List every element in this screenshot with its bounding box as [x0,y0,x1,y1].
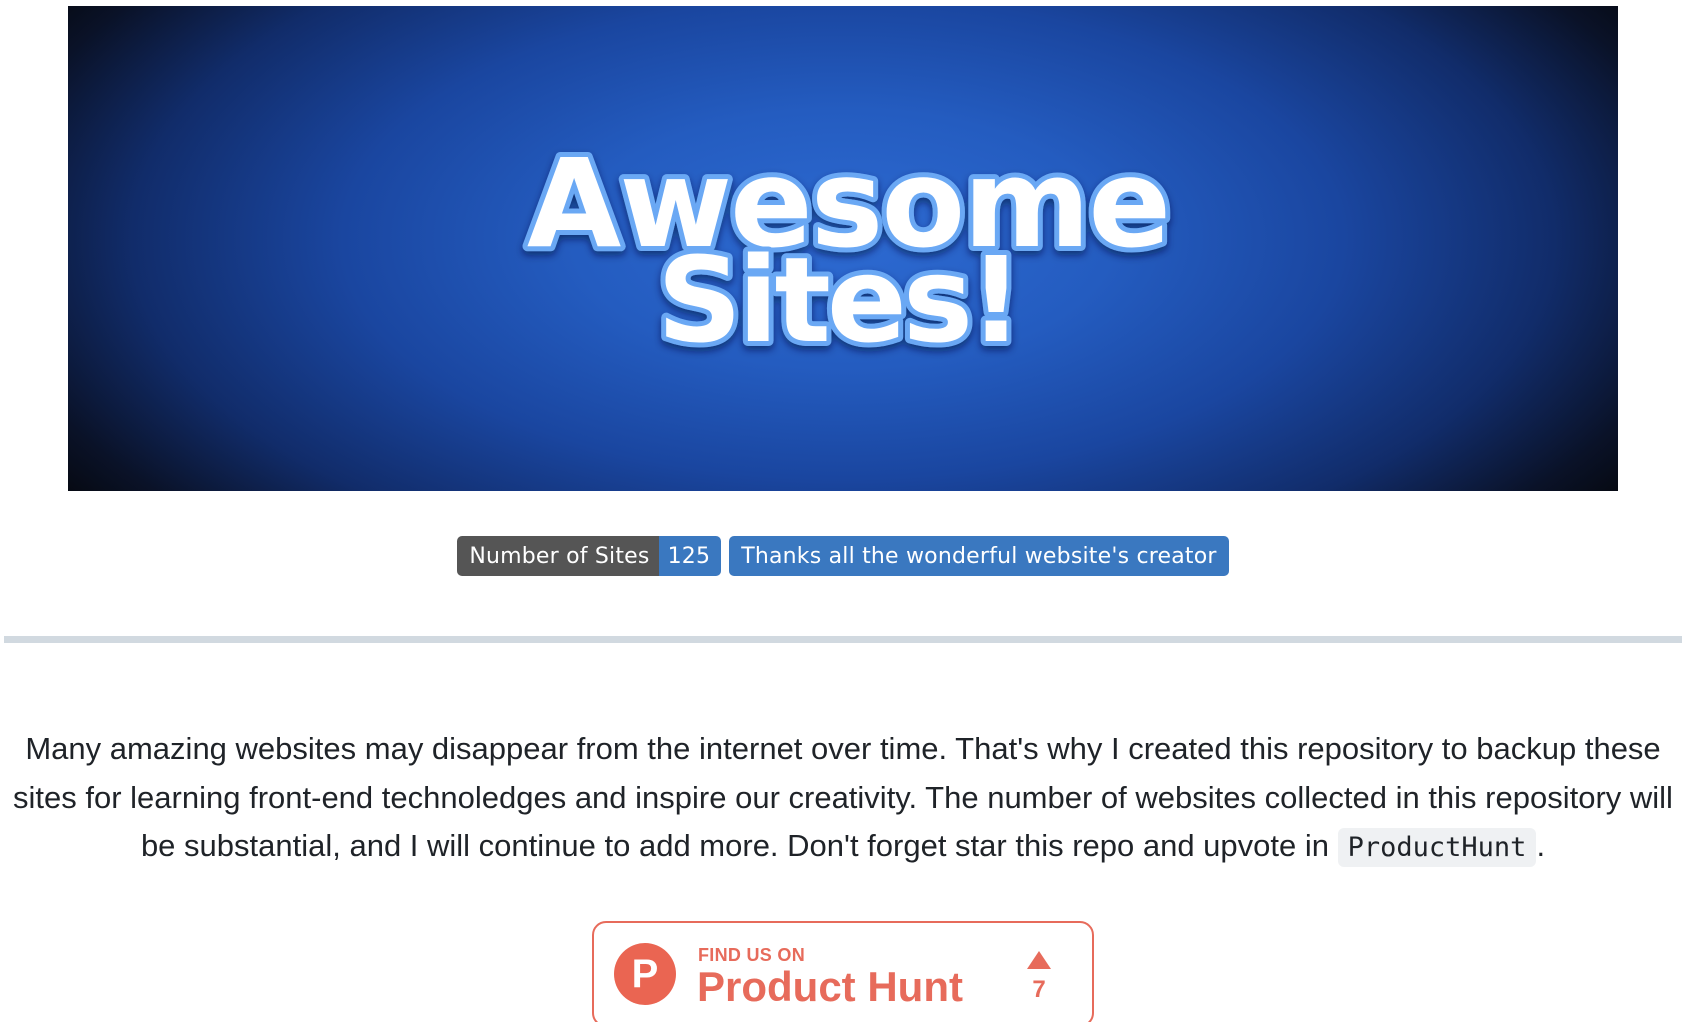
thanks-badge-label: Thanks all the wonderful website's creat… [729,536,1229,576]
product-hunt-logo-icon: P [614,943,676,1005]
logo-word-sites: Sites! [657,231,1019,369]
horizontal-rule [4,636,1682,643]
badge-count: 125 [658,536,722,576]
upvote-count: 7 [1032,976,1046,1003]
readme-page: Awesome Sites! Number of Sites 125 Thank… [0,0,1686,1022]
intro-paragraph: Many amazing websites may disappear from… [4,725,1682,873]
number-of-sites-badge[interactable]: Number of Sites 125 [457,536,722,576]
awesome-sites-logo: Awesome Sites! [522,128,1176,374]
thanks-creators-badge[interactable]: Thanks all the wonderful website's creat… [729,536,1229,576]
producthunt-code: ProductHunt [1337,828,1537,867]
badge-row: Number of Sites 125 Thanks all the wonde… [0,536,1686,576]
intro-end: . [1536,828,1546,863]
product-hunt-title: Product Hunt [697,963,963,1010]
badge-label: Number of Sites [457,536,659,576]
upvote-triangle-icon [1027,951,1051,969]
product-hunt-badge[interactable]: P FIND US ON Product Hunt 7 [592,921,1094,1022]
awesome-sites-banner: Awesome Sites! [68,6,1618,491]
